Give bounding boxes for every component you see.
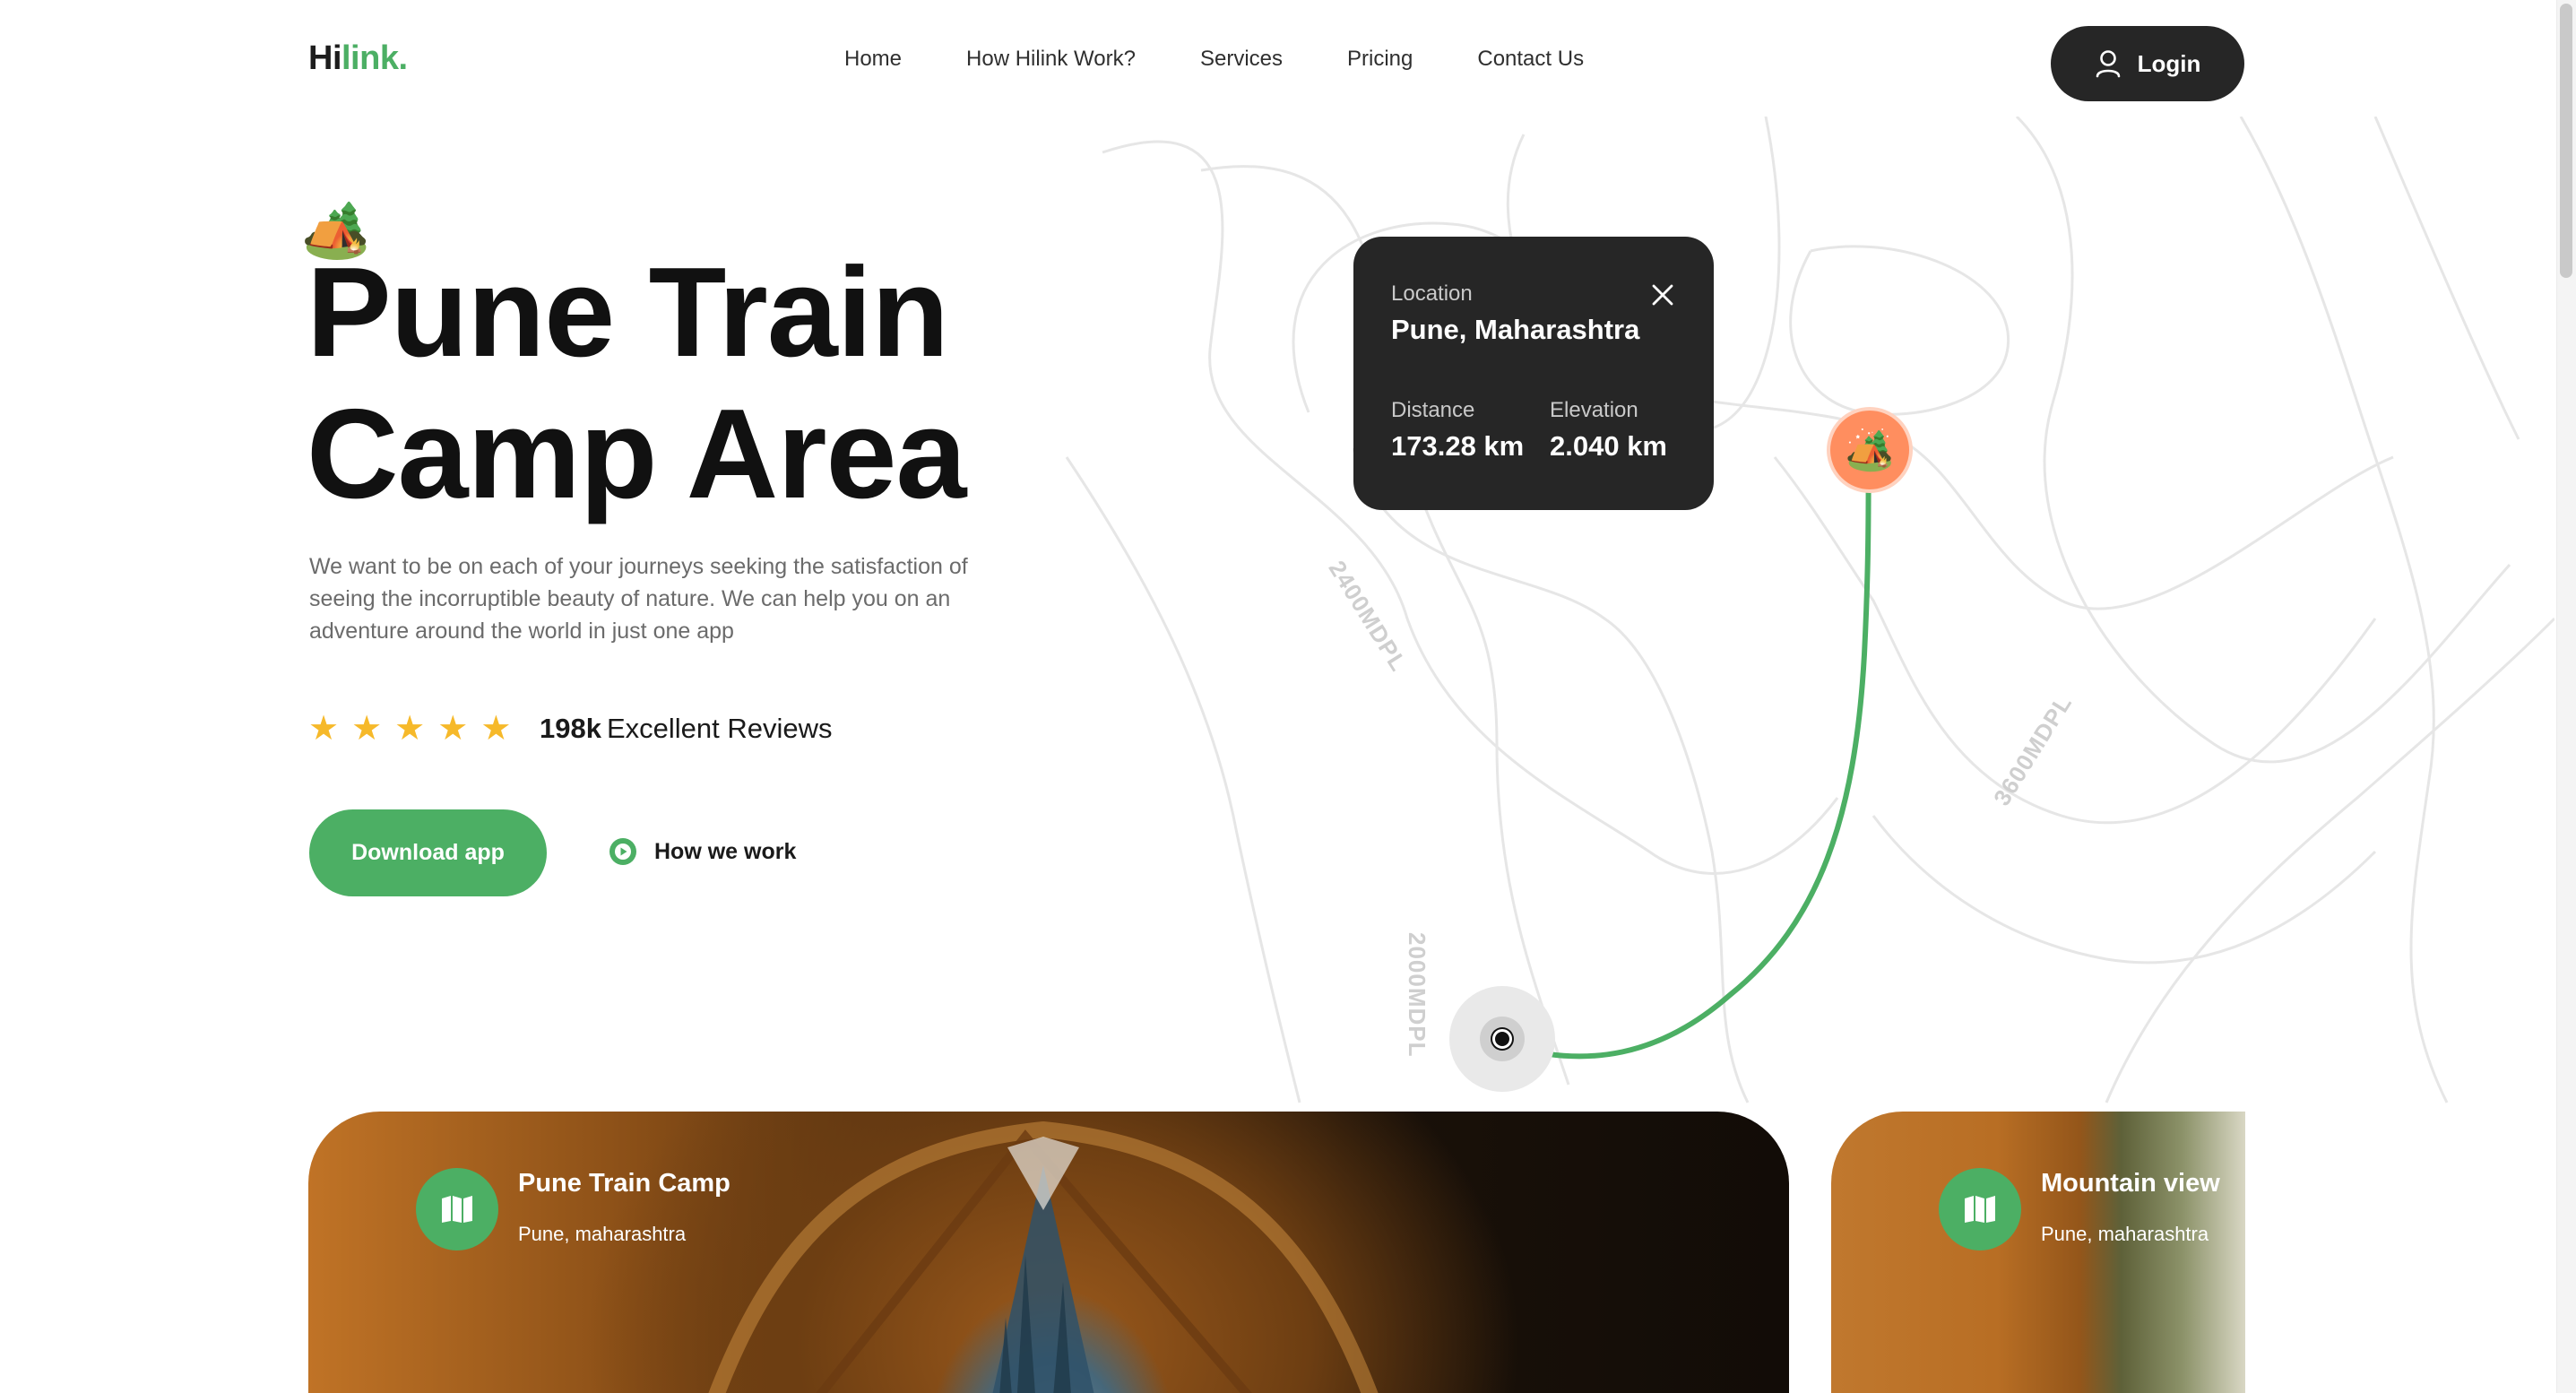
- play-icon: [609, 838, 636, 865]
- card-title: Pune Train Camp: [518, 1169, 730, 1198]
- logo-main: Hi: [308, 39, 342, 77]
- card-title: Mountain view: [2041, 1169, 2220, 1198]
- scrollbar-thumb[interactable]: [2560, 4, 2572, 278]
- map-icon-button[interactable]: [1939, 1168, 2021, 1250]
- title-line-2: Camp Area: [307, 383, 966, 525]
- map-icon-button[interactable]: [416, 1168, 498, 1250]
- logo[interactable]: Hilink.: [308, 39, 408, 78]
- distance-value: 173.28 km: [1391, 430, 1525, 462]
- how-we-work-label: How we work: [654, 838, 797, 864]
- login-button[interactable]: Login: [2051, 26, 2244, 101]
- nav-pricing[interactable]: Pricing: [1347, 47, 1413, 72]
- location-dot-icon: [1492, 1029, 1512, 1049]
- location-ring: [1480, 1017, 1525, 1061]
- title-line-1: Pune Train: [307, 241, 949, 384]
- distance-label: Distance: [1391, 398, 1475, 422]
- elevation-value: 2.040 km: [1550, 430, 1667, 462]
- location-label: Location: [1391, 281, 1473, 306]
- reviews-label: Excellent Reviews: [606, 713, 833, 744]
- reviews-summary: 198k Excellent Reviews: [540, 711, 833, 747]
- camp-pin-icon: 🏕️: [1845, 428, 1895, 472]
- card-subtitle: Pune, maharashtra: [518, 1223, 687, 1245]
- how-we-work-link[interactable]: How we work: [609, 838, 796, 865]
- nav-home[interactable]: Home: [844, 47, 902, 72]
- star-icon: ★: [480, 710, 512, 748]
- login-label: Login: [2137, 49, 2201, 77]
- page-scrollbar[interactable]: [2556, 0, 2576, 1393]
- main-nav: Home How Hilink Work? Services Pricing C…: [844, 47, 1584, 72]
- contour-label-2000: 2000MDPL: [1404, 932, 1431, 1058]
- card-subtitle: Pune, maharashtra: [2041, 1223, 2209, 1245]
- camp-location-pin[interactable]: 🏕️: [1827, 407, 1913, 493]
- camp-card-pune-train[interactable]: Pune Train Camp Pune, maharashtra: [308, 1112, 1789, 1393]
- nav-services[interactable]: Services: [1200, 47, 1283, 72]
- location-info-card: Location Pune, Maharashtra Distance 173.…: [1353, 237, 1714, 510]
- nav-contact-us[interactable]: Contact Us: [1477, 47, 1584, 72]
- elevation-label: Elevation: [1550, 398, 1638, 422]
- nav-how-hilink-work[interactable]: How Hilink Work?: [966, 47, 1136, 72]
- location-value: Pune, Maharashtra: [1391, 314, 1640, 345]
- hero-description: We want to be on each of your journeys s…: [309, 554, 968, 644]
- current-location-marker[interactable]: [1449, 986, 1555, 1092]
- map-icon: [1965, 1196, 1995, 1223]
- page-title: Pune Train Camp Area: [307, 242, 1113, 525]
- reviews-count: 198k: [540, 713, 601, 744]
- star-icon: ★: [437, 710, 469, 748]
- download-app-button[interactable]: Download app: [309, 809, 547, 896]
- user-icon: [2096, 50, 2120, 78]
- topographic-map: [1065, 117, 2554, 1103]
- route-line: [1510, 428, 1871, 1060]
- camp-card-mountain-view[interactable]: Mountain view Pune, maharashtra: [1831, 1112, 2245, 1393]
- tent-photo: [708, 1120, 1379, 1393]
- star-icon: ★: [351, 710, 383, 748]
- close-icon[interactable]: [1651, 283, 1674, 307]
- logo-accent: link.: [341, 39, 408, 77]
- map-icon: [442, 1196, 472, 1223]
- star-icon: ★: [308, 710, 340, 748]
- rating-stars: ★ ★ ★ ★ ★: [308, 711, 511, 747]
- star-icon: ★: [394, 710, 426, 748]
